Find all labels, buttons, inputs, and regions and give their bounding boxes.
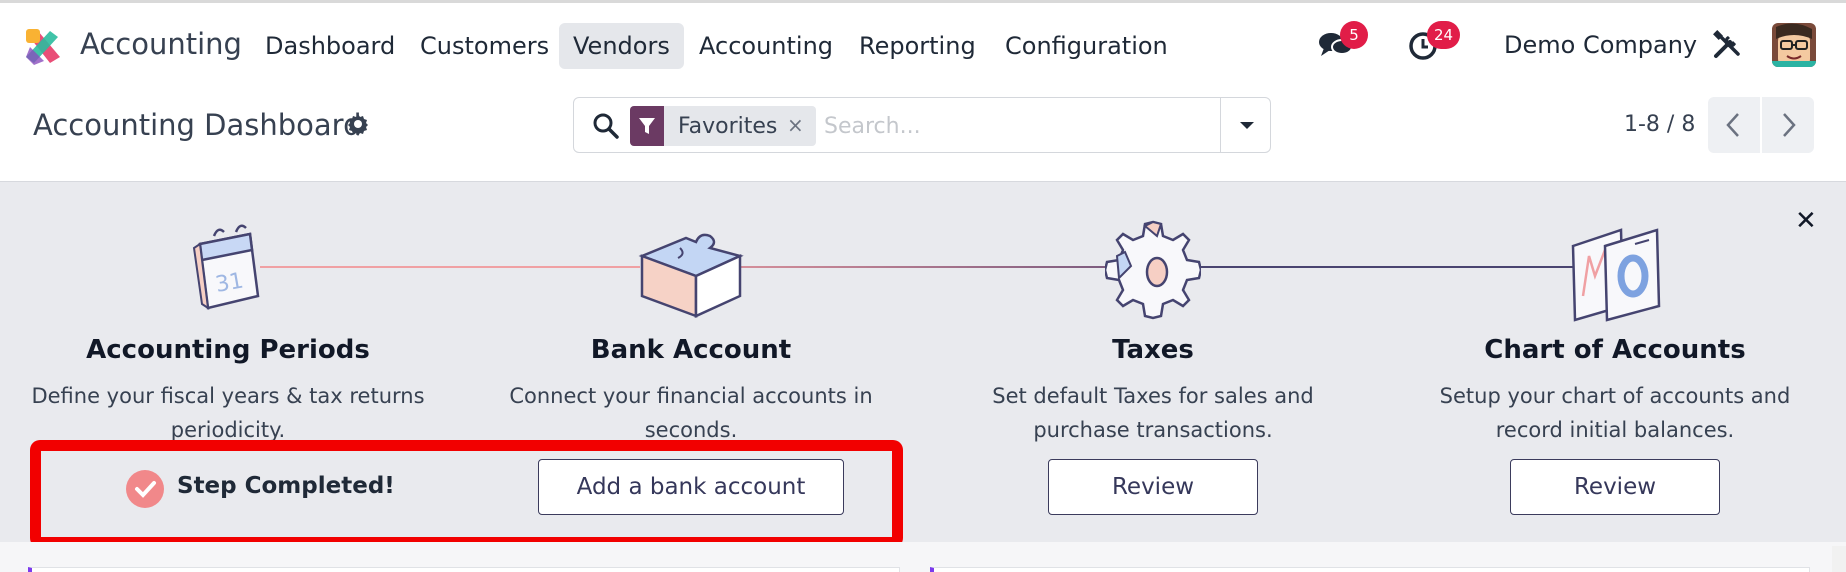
calendar-date-text: 31: [214, 268, 246, 297]
caret-down-icon: [1240, 122, 1254, 129]
filter-icon: [630, 106, 664, 146]
nav-item-customers[interactable]: Customers: [406, 23, 563, 69]
chevron-right-icon: [1783, 113, 1796, 137]
step-connector: [260, 266, 640, 268]
pager-next-button[interactable]: [1762, 97, 1814, 153]
gear-icon: [348, 114, 368, 136]
page-title: Accounting Dashboard: [33, 108, 362, 142]
step-title: Accounting Periods: [86, 335, 370, 365]
chart-cards-icon: [1571, 228, 1661, 322]
close-onboarding-button[interactable]: ✕: [1795, 206, 1817, 236]
control-panel: Accounting Dashboard Favorites × Search.…: [0, 84, 1846, 182]
nav-item-dashboard[interactable]: Dashboard: [251, 23, 409, 69]
nav-item-reporting[interactable]: Reporting: [845, 23, 990, 69]
dashboard-cards-area: [0, 542, 1846, 572]
search-bar: Favorites ×: [573, 97, 1271, 153]
messages-count-badge: 5: [1340, 21, 1368, 49]
nav-item-accounting[interactable]: Accounting: [685, 23, 847, 69]
page-scrollbar[interactable]: [1832, 546, 1846, 572]
step-description: Define your fiscal years & tax returns p…: [31, 384, 425, 442]
company-switcher[interactable]: Demo Company: [1504, 31, 1697, 59]
accounting-app-logo[interactable]: [24, 27, 64, 67]
step-description: Connect your financial accounts in secon…: [509, 384, 873, 442]
app-name[interactable]: Accounting: [80, 27, 242, 61]
step-title: Chart of Accounts: [1484, 335, 1746, 365]
pager-previous-button[interactable]: [1708, 97, 1760, 153]
search-icon[interactable]: [592, 112, 620, 140]
puzzle-piece-icon: [638, 233, 744, 318]
messages-button[interactable]: 5: [1318, 21, 1368, 65]
chart-of-accounts-review-button[interactable]: Review: [1510, 459, 1720, 515]
activities-button[interactable]: 24: [1407, 21, 1461, 65]
facet-remove-button[interactable]: ×: [787, 113, 804, 137]
tools-icon: [1713, 30, 1740, 58]
search-options-toggle[interactable]: [1220, 98, 1272, 152]
step-title: Bank Account: [590, 335, 792, 365]
favorites-facet: Favorites ×: [630, 106, 816, 146]
nav-item-configuration[interactable]: Configuration: [991, 23, 1182, 69]
step-connector: [740, 266, 1120, 268]
step-title: Taxes: [1112, 335, 1194, 365]
highlight-annotation: [30, 440, 903, 548]
search-input[interactable]: [824, 106, 1184, 146]
debug-tools-button[interactable]: [1712, 30, 1744, 62]
step-connector: [1200, 266, 1600, 268]
taxes-review-button[interactable]: Review: [1048, 459, 1258, 515]
gear-icon: [1105, 220, 1201, 320]
step-description: Set default Taxes for sales and purchase…: [992, 384, 1314, 442]
nav-item-vendors[interactable]: Vendors: [559, 23, 684, 69]
dashboard-settings-button[interactable]: [346, 112, 370, 140]
activities-count-badge: 24: [1427, 21, 1461, 49]
chevron-left-icon: [1726, 113, 1739, 137]
calendar-icon: 31: [192, 224, 260, 311]
pager-value[interactable]: 1-8 / 8: [1624, 112, 1695, 137]
facet-label: Favorites: [678, 114, 778, 139]
user-avatar[interactable]: [1772, 23, 1816, 67]
step-description: Setup your chart of accounts and record …: [1439, 384, 1791, 442]
top-navbar: Accounting Dashboard Customers Vendors A…: [0, 0, 1846, 84]
avatar-face-icon: [1772, 23, 1816, 67]
journal-card: [28, 567, 900, 572]
journal-card: [930, 567, 1810, 572]
